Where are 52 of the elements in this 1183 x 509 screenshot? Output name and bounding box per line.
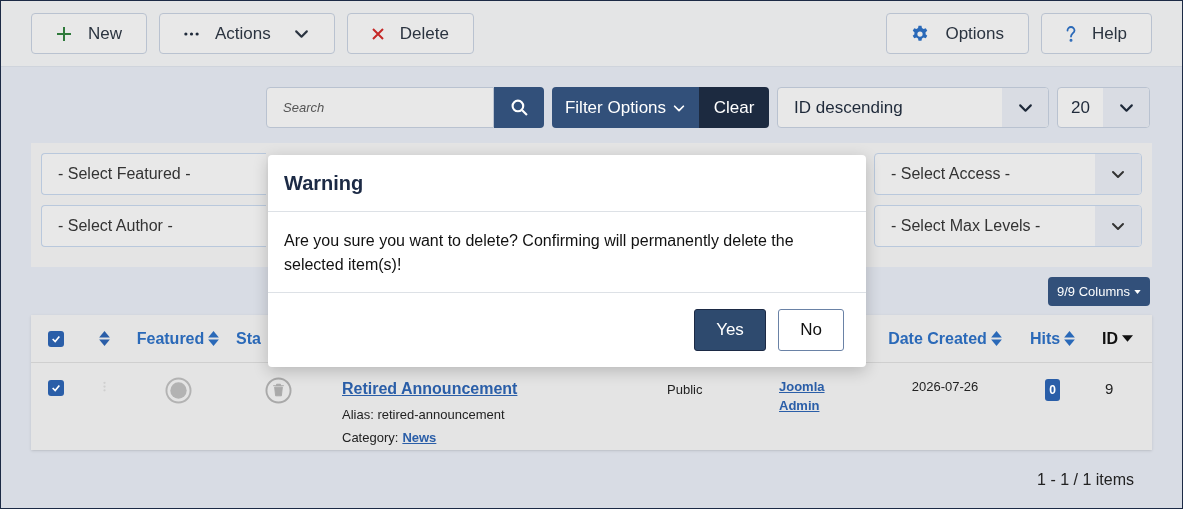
column-header[interactable]: ID — [1102, 326, 1133, 351]
cancel-button[interactable]: No — [778, 309, 844, 351]
actions-button[interactable]: Actions — [159, 13, 335, 54]
dialog-title: Warning — [284, 171, 364, 196]
column-header[interactable]: Sta — [236, 326, 261, 351]
filter-options-button[interactable]: Filter Options — [552, 87, 699, 128]
plus-icon — [56, 25, 72, 42]
filter-select[interactable]: - Select Author - — [41, 205, 266, 247]
column-header[interactable]: Date Created — [888, 326, 1002, 351]
filter-select[interactable]: - Select Access - — [874, 153, 1142, 195]
close-icon — [371, 27, 384, 40]
caret-down-icon — [1134, 289, 1141, 294]
ellipsis-icon — [184, 31, 199, 36]
dialog-message: Are you sure you want to delete? Confirming will permanently delete the selected item(s)! — [284, 231, 795, 275]
search-icon — [510, 99, 528, 116]
article-title-link[interactable]: Retired Announcement — [342, 377, 518, 401]
search-field[interactable]: Search — [266, 87, 494, 128]
hits-badge: 0 — [1045, 379, 1060, 401]
check-icon — [50, 333, 61, 344]
columns-button[interactable]: 9/9 Columns — [1048, 277, 1150, 306]
confirm-button[interactable]: Yes — [694, 309, 766, 351]
sort-icon — [1064, 331, 1076, 346]
question-icon — [1066, 25, 1077, 42]
caret-down-icon — [1122, 335, 1133, 342]
category-label: Category: — [342, 428, 399, 447]
column-header[interactable]: Hits — [1029, 326, 1076, 351]
access-text: Public — [667, 382, 703, 397]
settings-icon — [911, 24, 930, 43]
clear-button[interactable]: Clear — [699, 87, 769, 128]
date-text: 2026-07-26 — [911, 378, 979, 396]
limit-select[interactable]: 20 — [1057, 87, 1150, 128]
column-header[interactable]: Featured — [136, 326, 220, 351]
new-button[interactable]: New — [31, 13, 147, 54]
author-link[interactable]: Joomla Admin — [779, 377, 829, 415]
filter-select[interactable]: - Select Featured - — [41, 153, 266, 195]
check-icon — [50, 383, 61, 393]
options-button[interactable]: Options — [886, 13, 1030, 54]
sort-icon — [208, 331, 220, 346]
filter-select[interactable]: - Select Max Levels - — [874, 205, 1142, 247]
checkbox[interactable] — [47, 380, 64, 396]
delete-button[interactable]: Delete — [346, 13, 474, 54]
help-button[interactable]: Help — [1041, 13, 1152, 54]
checkbox[interactable] — [47, 330, 64, 347]
sort-icon — [98, 331, 110, 346]
sort-icon — [990, 331, 1002, 346]
alias-text: Alias: retired-announcement — [342, 406, 505, 424]
sort-select[interactable]: ID descending — [777, 87, 1049, 128]
category-link[interactable]: News — [402, 427, 437, 447]
featured-toggle-icon[interactable] — [164, 377, 192, 404]
id-text: 9 — [1105, 380, 1114, 397]
pagination-text: 1 - 1 / 1 items — [1037, 470, 1134, 490]
search-button[interactable] — [494, 87, 544, 128]
